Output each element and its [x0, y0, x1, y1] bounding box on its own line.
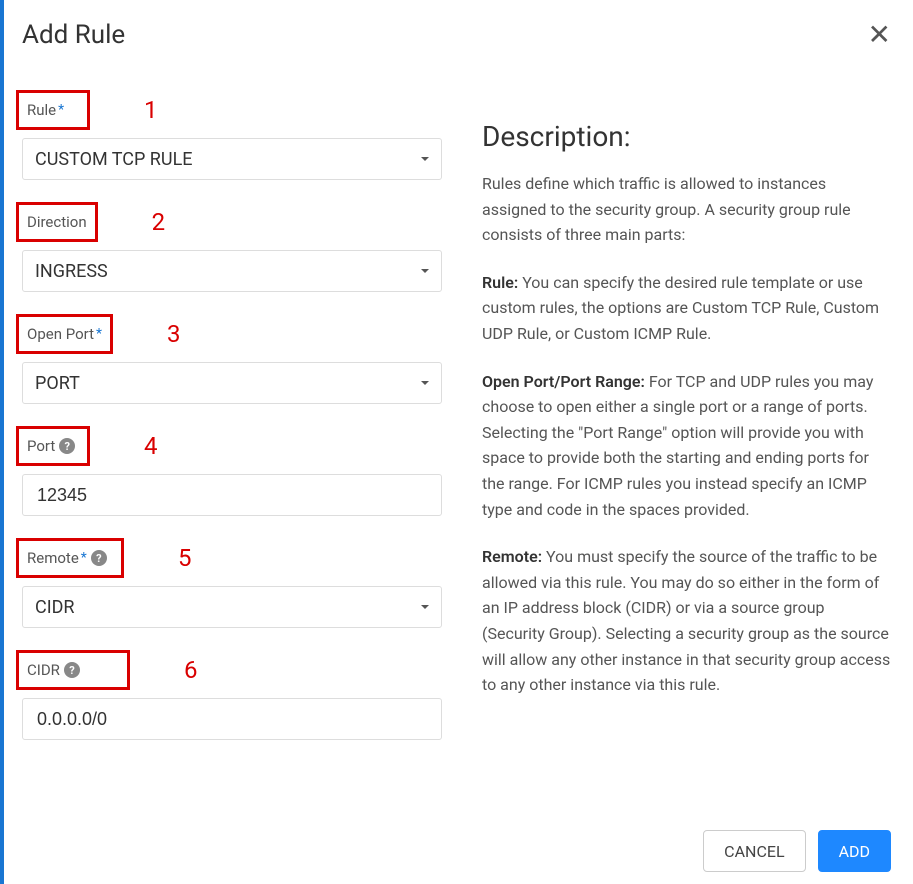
- field-direction: Direction 2 INGRESS: [16, 202, 442, 292]
- description-remote-label: Remote:: [482, 547, 542, 566]
- annotation-number-1: 1: [144, 96, 158, 124]
- description-rule: Rule: You can specify the desired rule t…: [482, 270, 891, 347]
- label-port: Port: [27, 437, 55, 455]
- rule-select-value: CUSTOM TCP RULE: [35, 149, 193, 170]
- label-direction: Direction: [27, 213, 87, 231]
- modal-body: Rule * 1 CUSTOM TCP RULE Direction 2: [12, 90, 891, 762]
- required-star-icon: *: [58, 102, 64, 118]
- description-port: Open Port/Port Range: For TCP and UDP ru…: [482, 369, 891, 523]
- cidr-input[interactable]: [35, 708, 429, 731]
- label-row-port: Port ? 4: [16, 426, 442, 466]
- field-open-port: Open Port * 3 PORT: [16, 314, 442, 404]
- description-port-text: For TCP and UDP rules you may choose to …: [482, 372, 873, 519]
- label-box-open-port: Open Port *: [16, 314, 113, 354]
- annotation-number-4: 4: [144, 432, 158, 460]
- direction-select[interactable]: INGRESS: [22, 250, 442, 292]
- required-star-icon: *: [81, 550, 87, 566]
- label-rule: Rule: [27, 101, 56, 119]
- close-icon[interactable]: ✕: [868, 21, 891, 49]
- direction-select-value: INGRESS: [35, 261, 108, 282]
- description-port-label: Open Port/Port Range:: [482, 372, 645, 391]
- field-port: Port ? 4: [16, 426, 442, 516]
- help-icon[interactable]: ?: [64, 662, 80, 678]
- open-port-select-value: PORT: [35, 373, 80, 394]
- description-rule-text: You can specify the desired rule templat…: [482, 273, 879, 343]
- form-column: Rule * 1 CUSTOM TCP RULE Direction 2: [12, 90, 442, 762]
- label-row-rule: Rule * 1: [16, 90, 442, 130]
- label-box-rule: Rule *: [16, 90, 90, 130]
- modal-header: Add Rule ✕: [12, 20, 891, 50]
- description-rule-label: Rule:: [482, 273, 518, 292]
- help-icon[interactable]: ?: [59, 438, 75, 454]
- annotation-number-3: 3: [167, 320, 181, 348]
- cidr-input-wrapper: [22, 698, 442, 740]
- label-row-open-port: Open Port * 3: [16, 314, 442, 354]
- description-heading: Description:: [482, 120, 891, 153]
- label-remote: Remote: [27, 549, 79, 567]
- annotation-number-6: 6: [184, 656, 198, 684]
- remote-select-value: CIDR: [35, 597, 75, 618]
- remote-select[interactable]: CIDR: [22, 586, 442, 628]
- field-cidr: CIDR ? 6: [16, 650, 442, 740]
- field-rule: Rule * 1 CUSTOM TCP RULE: [16, 90, 442, 180]
- port-input-wrapper: [22, 474, 442, 516]
- description-column: Description: Rules define which traffic …: [482, 90, 891, 762]
- label-cidr: CIDR: [27, 661, 60, 679]
- add-button[interactable]: ADD: [818, 830, 891, 872]
- rule-select[interactable]: CUSTOM TCP RULE: [22, 138, 442, 180]
- label-row-cidr: CIDR ? 6: [16, 650, 442, 690]
- description-intro: Rules define which traffic is allowed to…: [482, 171, 891, 248]
- label-row-remote: Remote * ? 5: [16, 538, 442, 578]
- label-box-remote: Remote * ?: [16, 538, 124, 578]
- required-star-icon: *: [96, 326, 102, 342]
- open-port-select[interactable]: PORT: [22, 362, 442, 404]
- annotation-number-2: 2: [152, 208, 166, 236]
- help-icon[interactable]: ?: [91, 550, 107, 566]
- label-row-direction: Direction 2: [16, 202, 442, 242]
- label-open-port: Open Port: [27, 325, 94, 343]
- cancel-button[interactable]: CANCEL: [703, 830, 805, 872]
- add-rule-modal: Add Rule ✕ Rule * 1 CUSTOM TCP RULE: [0, 0, 913, 884]
- label-box-cidr: CIDR ?: [16, 650, 130, 690]
- label-box-port: Port ?: [16, 426, 90, 466]
- annotation-number-5: 5: [178, 544, 192, 572]
- description-remote-text: You must specify the source of the traff…: [482, 547, 890, 694]
- label-box-direction: Direction: [16, 202, 98, 242]
- field-remote: Remote * ? 5 CIDR: [16, 538, 442, 628]
- port-input[interactable]: [35, 484, 429, 507]
- description-remote: Remote: You must specify the source of t…: [482, 544, 891, 698]
- modal-footer: CANCEL ADD: [703, 830, 891, 872]
- modal-title: Add Rule: [22, 20, 868, 50]
